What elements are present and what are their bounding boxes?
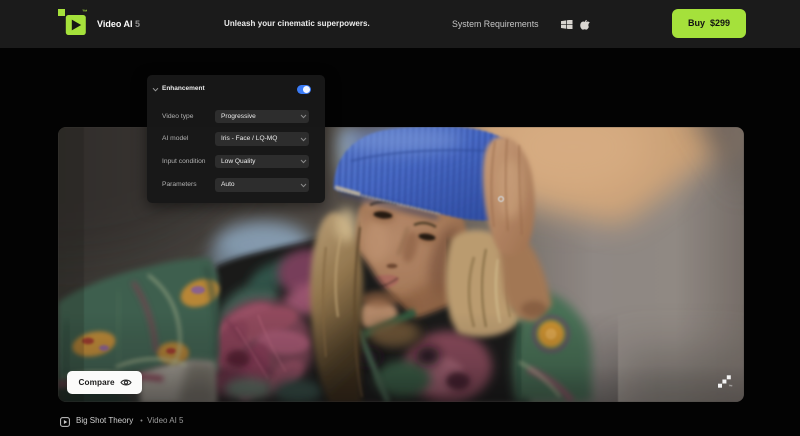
svg-text:™: ™	[728, 383, 732, 388]
svg-text:™: ™	[82, 10, 87, 16]
